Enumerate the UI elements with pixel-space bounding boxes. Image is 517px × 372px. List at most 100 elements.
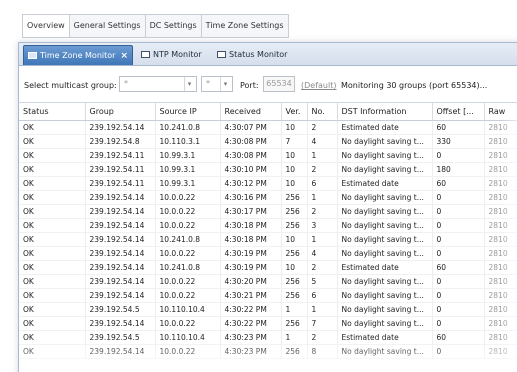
cell-dst-information: No daylight saving t...	[337, 204, 433, 219]
cell-offset: 60	[432, 260, 485, 275]
tab-ntp-monitor[interactable]: NTP Monitor	[137, 45, 206, 64]
column-header-raw[interactable]: Raw	[484, 103, 517, 121]
table-row[interactable]: OK 239.192.54.14 10.0.0.22 4:30:23 PM 256 8 No…	[19, 344, 517, 359]
cell-raw: 2810	[484, 260, 517, 275]
cell-dst-information: Estimated date	[337, 330, 433, 345]
cell-group: 239.192.54.14	[85, 190, 156, 205]
cell-group: 239.192.54.11	[85, 176, 156, 191]
cell-version: 256	[281, 204, 308, 219]
cell-group: 239.192.54.14	[85, 288, 156, 303]
cell-status: OK	[19, 288, 86, 303]
table-row[interactable]: OK 239.192.54.14 10.241.0.8 4:30:07 PM 10 2 Es…	[19, 120, 517, 135]
cell-source-ip: 10.99.3.1	[155, 162, 221, 177]
cell-dst-information: Estimated date	[337, 260, 433, 275]
cell-group: 239.192.54.14	[85, 218, 156, 233]
cell-dst-information: Estimated date	[337, 176, 433, 191]
column-header-status[interactable]: Status	[19, 103, 86, 121]
table-row[interactable]: OK 239.192.54.14 10.0.0.22 4:30:21 PM 256 6 No…	[19, 288, 517, 303]
cell-version: 7	[281, 134, 308, 149]
monitor-icon	[141, 50, 150, 59]
port-input[interactable]: 65534	[263, 76, 295, 92]
cell-version: 1	[281, 330, 308, 345]
tab-time-zone-settings[interactable]: Time Zone Settings	[201, 15, 288, 37]
column-header-source-ip[interactable]: Source IP	[155, 103, 221, 121]
cell-number: 3	[307, 218, 338, 233]
cell-offset: 0	[432, 204, 485, 219]
tab-overview[interactable]: Overview	[23, 15, 70, 37]
cell-version: 10	[281, 260, 308, 275]
table-row[interactable]: OK 239.192.54.14 10.241.0.8 4:30:19 PM 10 2 Es…	[19, 260, 517, 275]
cell-number: 1	[307, 190, 338, 205]
cell-source-ip: 10.0.0.22	[155, 204, 221, 219]
cell-offset: 0	[432, 288, 485, 303]
tab-general-settings[interactable]: General Settings	[69, 15, 146, 37]
tab-dc-settings[interactable]: DC Settings	[145, 15, 202, 37]
multicast-subgroup-select[interactable]: * ▾	[201, 76, 233, 92]
table-row[interactable]: OK 239.192.54.14 10.0.0.22 4:30:17 PM 256 2 No…	[19, 204, 517, 219]
cell-dst-information: No daylight saving t...	[337, 218, 433, 233]
cell-dst-information: No daylight saving t...	[337, 344, 433, 359]
table-row[interactable]: OK 239.192.54.11 10.99.3.1 4:30:12 PM 10 6 Est…	[19, 176, 517, 191]
settings-tab-strip: Overview General Settings DC Settings Ti…	[22, 14, 289, 38]
default-port-link[interactable]: (Default)	[301, 81, 336, 90]
tab-label: Status Monitor	[229, 50, 288, 59]
column-header-dst-information[interactable]: DST Information	[337, 103, 433, 121]
cell-status: OK	[19, 148, 86, 163]
table-row[interactable]: OK 239.192.54.14 10.0.0.22 4:30:18 PM 256 3 No…	[19, 218, 517, 233]
cell-status: OK	[19, 274, 86, 289]
table-row[interactable]: OK 239.192.54.14 10.0.0.22 4:30:20 PM 256 5 No…	[19, 274, 517, 289]
close-icon[interactable]: ×	[120, 51, 128, 61]
cell-number: 4	[307, 246, 338, 261]
app-window: Overview General Settings DC Settings Ti…	[0, 0, 517, 372]
column-header-offset[interactable]: Offset [...	[432, 103, 485, 121]
column-header-group[interactable]: Group	[85, 103, 156, 121]
cell-offset: 0	[432, 302, 485, 317]
cell-received: 4:30:20 PM	[220, 274, 282, 289]
table-row[interactable]: OK 239.192.54.11 10.99.3.1 4:30:10 PM 10 2 No …	[19, 162, 517, 177]
cell-group: 239.192.54.8	[85, 134, 156, 149]
cell-status: OK	[19, 302, 86, 317]
table-row[interactable]: OK 239.192.54.14 10.0.0.22 4:30:16 PM 256 1 No…	[19, 190, 517, 205]
column-header-received[interactable]: Received	[220, 103, 282, 121]
cell-status: OK	[19, 134, 86, 149]
cell-group: 239.192.54.14	[85, 316, 156, 331]
cell-received: 4:30:22 PM	[220, 302, 282, 317]
table-row[interactable]: OK 239.192.54.14 10.241.0.8 4:30:18 PM 10 1 No…	[19, 232, 517, 247]
tab-label: Time Zone Monitor	[40, 51, 116, 60]
monitor-icon	[217, 50, 226, 59]
cell-source-ip: 10.110.10.4	[155, 302, 221, 317]
cell-source-ip: 10.110.10.4	[155, 330, 221, 345]
cell-raw: 2810	[484, 330, 517, 345]
table-row[interactable]: OK 239.192.54.5 10.110.10.4 4:30:23 PM 1 2 Est…	[19, 330, 517, 345]
cell-group: 239.192.54.14	[85, 344, 156, 359]
cell-group: 239.192.54.14	[85, 246, 156, 261]
cell-offset: 330	[432, 134, 485, 149]
cell-group: 239.192.54.14	[85, 232, 156, 247]
tab-status-monitor[interactable]: Status Monitor	[213, 45, 291, 64]
port-label: Port:	[240, 81, 259, 90]
cell-raw: 2810	[484, 344, 517, 359]
tab-time-zone-monitor[interactable]: Time Zone Monitor ×	[23, 45, 133, 65]
cell-received: 4:30:19 PM	[220, 260, 282, 275]
multicast-group-select[interactable]: * ▾	[119, 76, 197, 92]
table-row[interactable]: OK 239.192.54.11 10.99.3.1 4:30:08 PM 10 1 No …	[19, 148, 517, 163]
cell-received: 4:30:22 PM	[220, 316, 282, 331]
table-row[interactable]: OK 239.192.54.5 10.110.10.4 4:30:22 PM 1 1 No …	[19, 302, 517, 317]
table-row[interactable]: OK 239.192.54.14 10.0.0.22 4:30:22 PM 256 7 No…	[19, 316, 517, 331]
table-header-row: Status Group Source IP Received Ver. No.…	[19, 103, 517, 121]
cell-dst-information: No daylight saving t...	[337, 190, 433, 205]
column-header-number[interactable]: No.	[307, 103, 338, 121]
cell-offset: 0	[432, 316, 485, 331]
cell-number: 5	[307, 274, 338, 289]
cell-raw: 2810	[484, 190, 517, 205]
cell-status: OK	[19, 344, 86, 359]
multicast-subgroup-value: *	[206, 79, 210, 88]
table-row[interactable]: OK 239.192.54.14 10.0.0.22 4:30:19 PM 256 4 No…	[19, 246, 517, 261]
table-row[interactable]: OK 239.192.54.8 10.110.3.1 4:30:08 PM 7 4 No d…	[19, 134, 517, 149]
cell-status: OK	[19, 162, 86, 177]
cell-group: 239.192.54.14	[85, 204, 156, 219]
column-header-version[interactable]: Ver.	[281, 103, 308, 121]
cell-raw: 2810	[484, 274, 517, 289]
cell-number: 8	[307, 344, 338, 359]
cell-status: OK	[19, 120, 86, 135]
